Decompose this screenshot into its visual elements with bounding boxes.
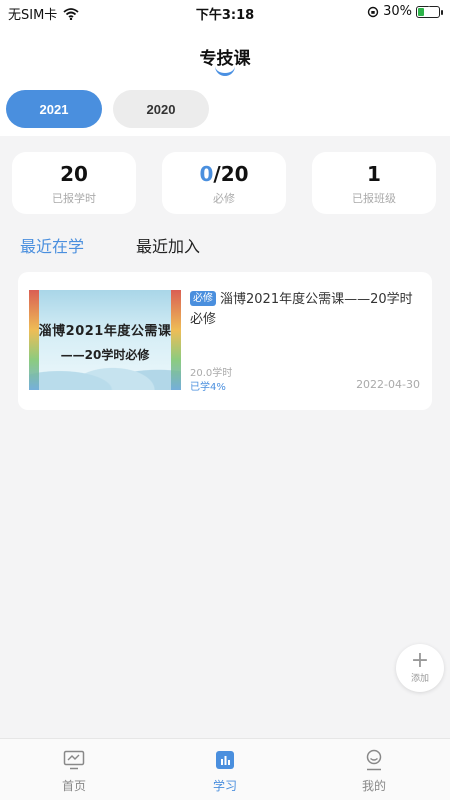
- course-title: 淄博2021年度公需课——20学时必修: [190, 292, 413, 327]
- tab-recent-study[interactable]: 最近在学: [20, 233, 84, 257]
- course-thumbnail: 淄博2021年度公需课 ——20学时必修: [29, 290, 181, 390]
- course-hours: 20.0学时: [190, 368, 233, 379]
- tab-year-2021[interactable]: 2021: [6, 90, 102, 128]
- stat-label: 已报学时: [52, 192, 96, 205]
- rotation-lock-icon: [367, 6, 379, 17]
- stat-label: 必修: [213, 192, 235, 205]
- tab-year-2020[interactable]: 2020: [113, 90, 209, 128]
- battery-icon: ⚡: [416, 3, 443, 18]
- user-icon: [334, 747, 414, 773]
- thumbnail-subtitle: ——20学时必修: [60, 348, 150, 362]
- thumbnail-curtain-left: [29, 290, 39, 390]
- course-card[interactable]: 淄博2021年度公需课 ——20学时必修 必修 淄博2021年度公需课——20学时…: [18, 272, 432, 410]
- plus-icon: +: [410, 648, 430, 673]
- battery-percent: 30%: [383, 4, 412, 19]
- charging-bolt-icon: ⚡: [423, 3, 431, 17]
- nav-item-home[interactable]: 首页: [34, 747, 114, 794]
- nav-label: 学习: [212, 779, 237, 793]
- tab-recent-added[interactable]: 最近加入: [136, 233, 200, 257]
- stat-value-done: 0: [199, 162, 214, 186]
- nav-item-mine[interactable]: 我的: [334, 747, 414, 794]
- monitor-icon: [34, 747, 114, 773]
- chart-book-icon: [185, 747, 265, 773]
- stat-card-hours: 20 已报学时: [12, 152, 136, 214]
- stat-card-required: 0/20 必修: [162, 152, 286, 214]
- course-date: 2022-04-30: [356, 378, 420, 391]
- stat-card-classes: 1 已报班级: [312, 152, 436, 214]
- required-badge: 必修: [190, 291, 216, 306]
- stat-value: 0/20: [162, 162, 286, 186]
- add-label: 添加: [410, 674, 429, 684]
- status-bar: 无SIM卡 下午3:18 30% ⚡: [0, 0, 450, 24]
- thumbnail-title: 淄博2021年度公需课: [38, 324, 172, 339]
- stat-value: 20: [60, 162, 88, 186]
- nav-label: 首页: [61, 779, 86, 793]
- add-button[interactable]: + 添加: [396, 644, 444, 692]
- nav-item-study[interactable]: 学习: [185, 747, 265, 794]
- course-title-block: 必修 淄博2021年度公需课——20学时必修: [190, 290, 422, 330]
- stat-value: 1: [367, 162, 381, 186]
- nav-label: 我的: [361, 779, 386, 793]
- thumbnail-curtain-right: [171, 290, 181, 390]
- bottom-nav: 首页 学习 我的: [0, 738, 450, 800]
- status-right: 30% ⚡: [367, 3, 443, 19]
- stat-label: 已报班级: [352, 192, 396, 205]
- stat-value-total: /20: [213, 162, 249, 186]
- course-progress: 已学4%: [190, 382, 226, 393]
